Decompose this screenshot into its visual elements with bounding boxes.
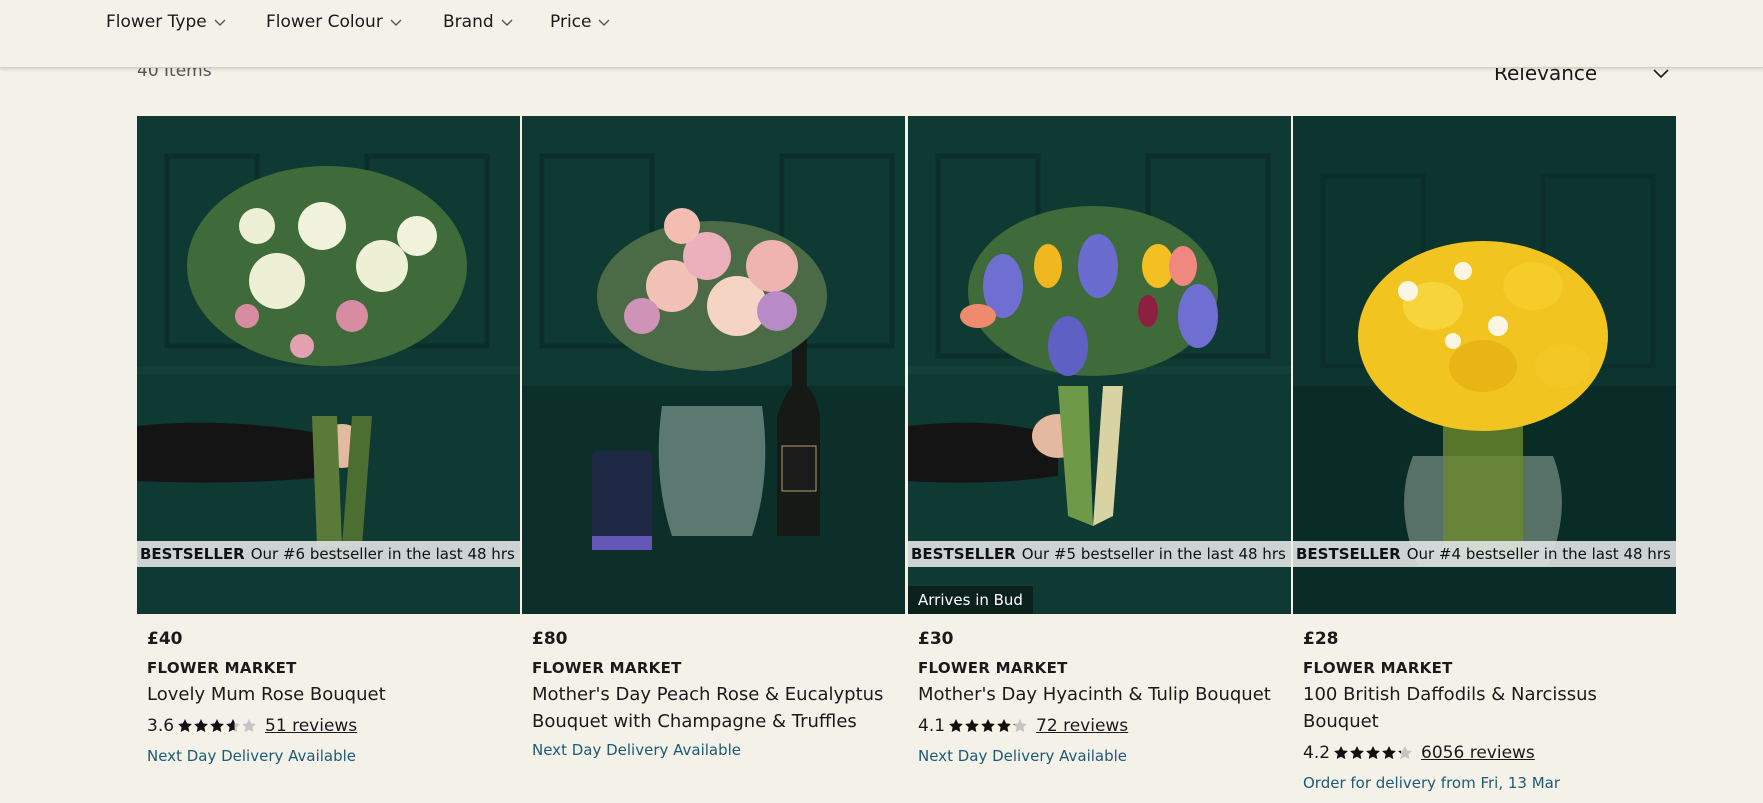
bouquet-photo — [137, 116, 520, 614]
star-icon — [226, 719, 240, 732]
star-icon — [178, 719, 192, 732]
filter-label: Flower Type — [106, 12, 207, 32]
product-name[interactable]: Mother's Day Hyacinth & Tulip Bouquet — [918, 681, 1281, 708]
product-image[interactable]: BESTSELLER Our #4 bestseller in the last… — [1293, 116, 1676, 614]
delivery-info: Next Day Delivery Available — [918, 747, 1128, 765]
star-icon — [997, 719, 1011, 732]
product-card[interactable]: £80 FLOWER MARKET Mother's Day Peach Ros… — [522, 116, 905, 759]
product-card[interactable]: BESTSELLER Our #5 bestseller in the last… — [908, 116, 1291, 765]
badge-label: BESTSELLER — [911, 545, 1016, 563]
bestseller-badge: BESTSELLER Our #4 bestseller in the last… — [1293, 541, 1676, 567]
delivery-info: Next Day Delivery Available — [147, 747, 357, 765]
filter-flower-colour[interactable]: Flower Colour — [266, 12, 402, 32]
chevron-down-icon — [390, 19, 402, 26]
product-card[interactable]: BESTSELLER Our #6 bestseller in the last… — [137, 116, 520, 765]
filter-label: Brand — [443, 12, 494, 32]
filter-price[interactable]: Price — [550, 12, 610, 32]
product-rating: 4.1 72 reviews — [918, 716, 1281, 736]
badge-label: BESTSELLER — [140, 545, 245, 563]
rating-value: 4.2 — [1303, 743, 1331, 763]
product-card[interactable]: BESTSELLER Our #4 bestseller in the last… — [1293, 116, 1676, 792]
filter-flower-type[interactable]: Flower Type — [106, 12, 226, 32]
star-icon — [194, 719, 208, 732]
bouquet-photo — [522, 116, 905, 614]
chevron-down-icon — [598, 19, 610, 26]
star-icon — [949, 719, 963, 732]
reviews-link[interactable]: 51 reviews — [265, 716, 357, 736]
chevron-down-icon — [214, 19, 226, 26]
filter-label: Flower Colour — [266, 12, 383, 32]
star-icon — [965, 719, 979, 732]
badge-label: BESTSELLER — [1296, 545, 1401, 563]
delivery-info: Order for delivery from Fri, 13 Mar — [1303, 774, 1561, 792]
product-brand: FLOWER MARKET — [147, 659, 297, 677]
bouquet-photo — [908, 116, 1291, 614]
star-rating — [1333, 745, 1413, 761]
product-price: £40 — [147, 629, 183, 649]
reviews-link[interactable]: 72 reviews — [1036, 716, 1128, 736]
arrives-in-bud-tag: Arrives in Bud — [908, 586, 1033, 614]
product-brand: FLOWER MARKET — [532, 659, 682, 677]
reviews-link[interactable]: 6056 reviews — [1421, 743, 1535, 763]
star-icon — [1398, 746, 1412, 759]
filter-label: Price — [550, 12, 592, 32]
product-image[interactable]: BESTSELLER Our #5 bestseller in the last… — [908, 116, 1291, 614]
star-icon — [1013, 719, 1027, 732]
star-icon — [1334, 746, 1348, 759]
rating-value: 3.6 — [147, 716, 175, 736]
rating-value: 4.1 — [918, 716, 946, 736]
star-icon — [1366, 746, 1380, 759]
bouquet-photo — [1293, 116, 1676, 614]
product-name[interactable]: Lovely Mum Rose Bouquet — [147, 681, 510, 708]
chevron-down-icon — [1653, 69, 1669, 79]
product-price: £28 — [1303, 629, 1339, 649]
product-brand: FLOWER MARKET — [1303, 659, 1453, 677]
product-price: £30 — [918, 629, 954, 649]
product-name[interactable]: Mother's Day Peach Rose & Eucalyptus Bou… — [532, 681, 895, 735]
product-brand: FLOWER MARKET — [918, 659, 1068, 677]
badge-text: Our #6 bestseller in the last 48 hrs — [250, 545, 515, 563]
star-icon — [981, 719, 995, 732]
bestseller-badge: BESTSELLER Our #6 bestseller in the last… — [137, 541, 520, 567]
star-icon — [1350, 746, 1364, 759]
product-image[interactable] — [522, 116, 905, 614]
badge-text: Our #5 bestseller in the last 48 hrs — [1021, 545, 1286, 563]
product-image[interactable]: BESTSELLER Our #6 bestseller in the last… — [137, 116, 520, 614]
filter-brand[interactable]: Brand — [443, 12, 513, 32]
badge-text: Our #4 bestseller in the last 48 hrs — [1406, 545, 1671, 563]
bestseller-badge: BESTSELLER Our #5 bestseller in the last… — [908, 541, 1291, 567]
star-rating — [948, 718, 1028, 734]
delivery-info: Next Day Delivery Available — [532, 741, 742, 759]
star-icon — [242, 719, 256, 732]
product-rating: 3.6 51 reviews — [147, 716, 510, 736]
star-icon — [1382, 746, 1396, 759]
chevron-down-icon — [501, 19, 513, 26]
star-icon — [210, 719, 224, 732]
star-rating — [177, 718, 257, 734]
product-rating: 4.2 6056 reviews — [1303, 743, 1666, 763]
product-price: £80 — [532, 629, 568, 649]
filter-bar: Flower Type Flower Colour Brand Price — [0, 0, 1763, 68]
product-name[interactable]: 100 British Daffodils & Narcissus Bouque… — [1303, 681, 1666, 735]
